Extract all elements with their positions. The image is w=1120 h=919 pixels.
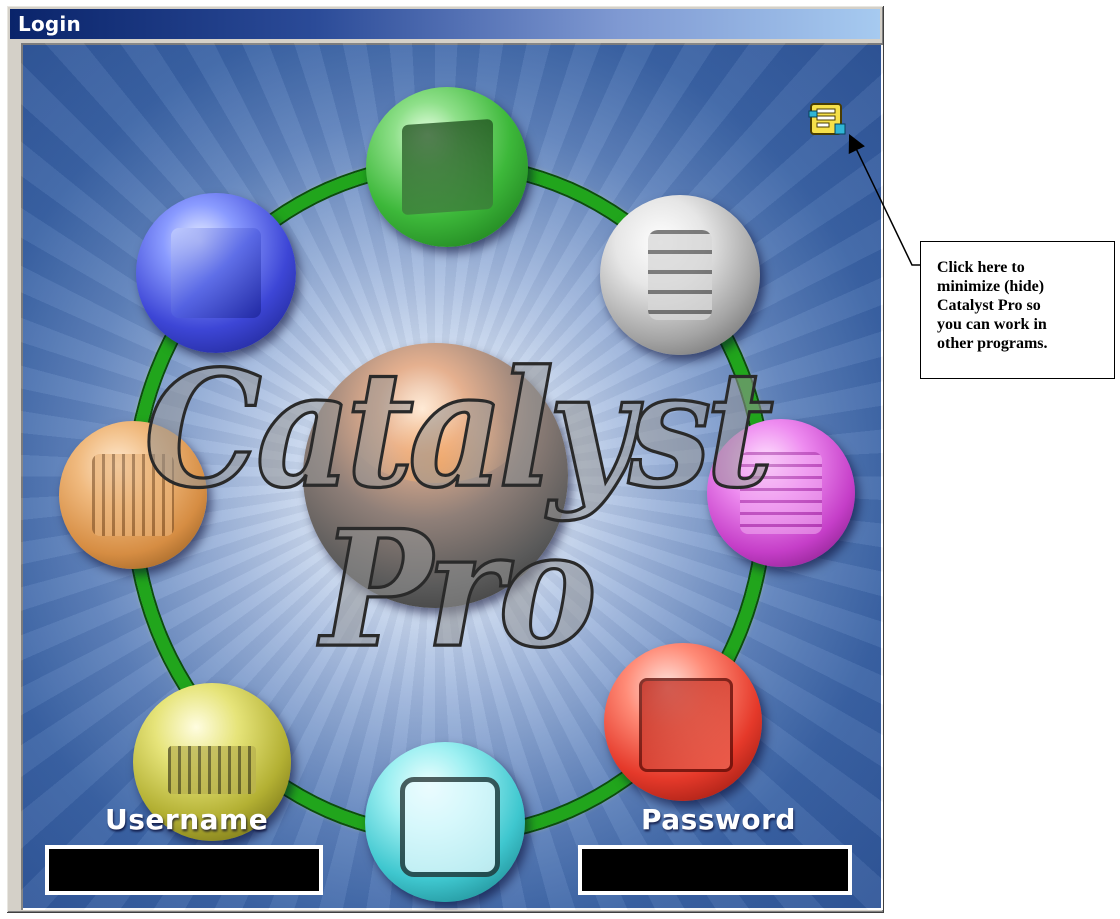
login-window: Login Catalyst Pro Username Password: [6, 5, 884, 913]
help-icon[interactable]: [808, 99, 848, 139]
password-input[interactable]: [578, 845, 852, 895]
callout-box: Click here to minimize (hide) Catalyst P…: [920, 241, 1115, 379]
login-panel: Catalyst Pro Username Password: [21, 43, 883, 910]
title-bar[interactable]: Login: [10, 9, 880, 39]
username-label: Username: [105, 803, 269, 836]
window-title: Login: [18, 12, 81, 36]
sphere-bottom-icon: [365, 742, 525, 902]
brand-logo-text: Catalyst Pro: [143, 335, 776, 683]
password-label: Password: [641, 803, 796, 836]
sphere-top-right-icon: [600, 195, 760, 355]
sphere-top-icon: [366, 87, 528, 247]
sphere-top-left-icon: [136, 193, 296, 353]
callout-text: Click here to minimize (hide) Catalyst P…: [937, 259, 1048, 352]
username-input[interactable]: [45, 845, 323, 895]
